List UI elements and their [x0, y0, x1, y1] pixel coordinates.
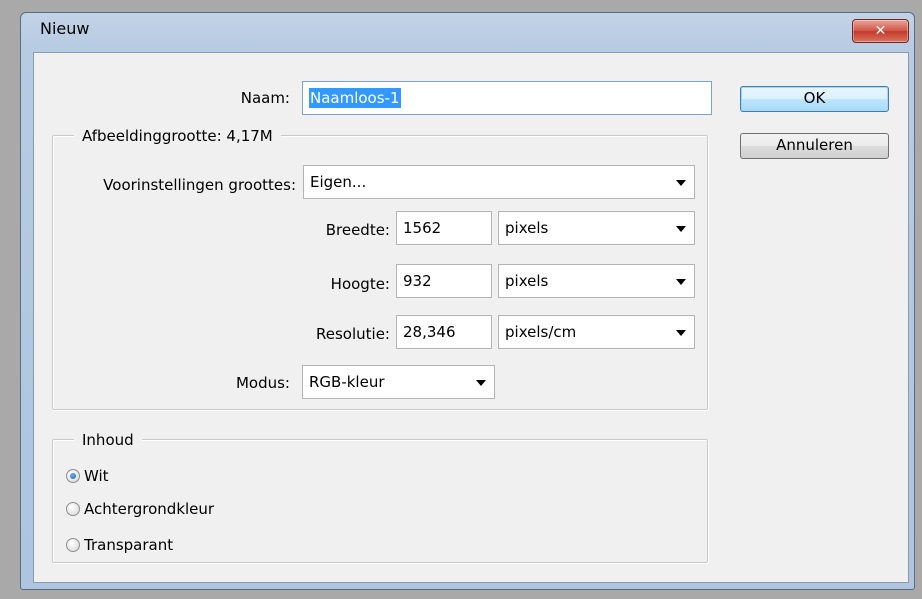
close-icon: ✕ [874, 23, 887, 39]
radio-option-wit[interactable]: Wit [66, 466, 246, 486]
resolution-input[interactable]: 28,346 [396, 315, 492, 349]
width-label: Breedte: [325, 221, 390, 239]
resolution-unit-value: pixels/cm [505, 323, 577, 341]
radio-option-transparant[interactable]: Transparant [66, 535, 246, 555]
height-unit-select[interactable]: pixels [498, 264, 695, 298]
cancel-button[interactable]: Annuleren [740, 133, 889, 159]
dialog-title: Nieuw [40, 19, 90, 38]
chevron-down-icon [676, 180, 686, 186]
height-label: Hoogte: [330, 275, 390, 293]
preset-select[interactable]: Eigen... [303, 165, 695, 199]
preset-label: Voorinstellingen groottes: [103, 176, 296, 194]
width-input[interactable]: 1562 [396, 211, 492, 245]
close-button[interactable]: ✕ [852, 19, 909, 43]
chevron-down-icon [676, 226, 686, 232]
radio-label-transparant: Transparant [84, 536, 174, 554]
width-unit-select[interactable]: pixels [498, 211, 695, 245]
resolution-label: Resolutie: [316, 325, 390, 343]
radio-button[interactable] [66, 469, 80, 483]
name-label: Naam: [240, 89, 290, 107]
radio-label-achtergrondkleur: Achtergrondkleur [84, 500, 215, 518]
name-input[interactable]: Naamloos-1 [302, 81, 712, 115]
image-size-legend: Afbeeldinggrootte: 4,17M [74, 126, 281, 146]
radio-label-wit: Wit [84, 467, 109, 485]
content-legend: Inhoud [74, 430, 142, 450]
radio-button[interactable] [66, 538, 80, 552]
mode-label: Modus: [235, 374, 290, 392]
height-unit-value: pixels [505, 272, 549, 290]
preset-value: Eigen... [310, 173, 367, 191]
chevron-down-icon [476, 380, 486, 386]
radio-button[interactable] [66, 502, 80, 516]
ok-button[interactable]: OK [740, 86, 889, 112]
chevron-down-icon [676, 330, 686, 336]
name-input-value: Naamloos-1 [309, 88, 401, 108]
resolution-unit-select[interactable]: pixels/cm [498, 315, 695, 349]
radio-option-achtergrondkleur[interactable]: Achtergrondkleur [66, 499, 266, 519]
height-input[interactable]: 932 [396, 264, 492, 298]
mode-select[interactable]: RGB-kleur [302, 365, 495, 399]
chevron-down-icon [676, 279, 686, 285]
mode-value: RGB-kleur [309, 373, 385, 391]
width-unit-value: pixels [505, 219, 549, 237]
